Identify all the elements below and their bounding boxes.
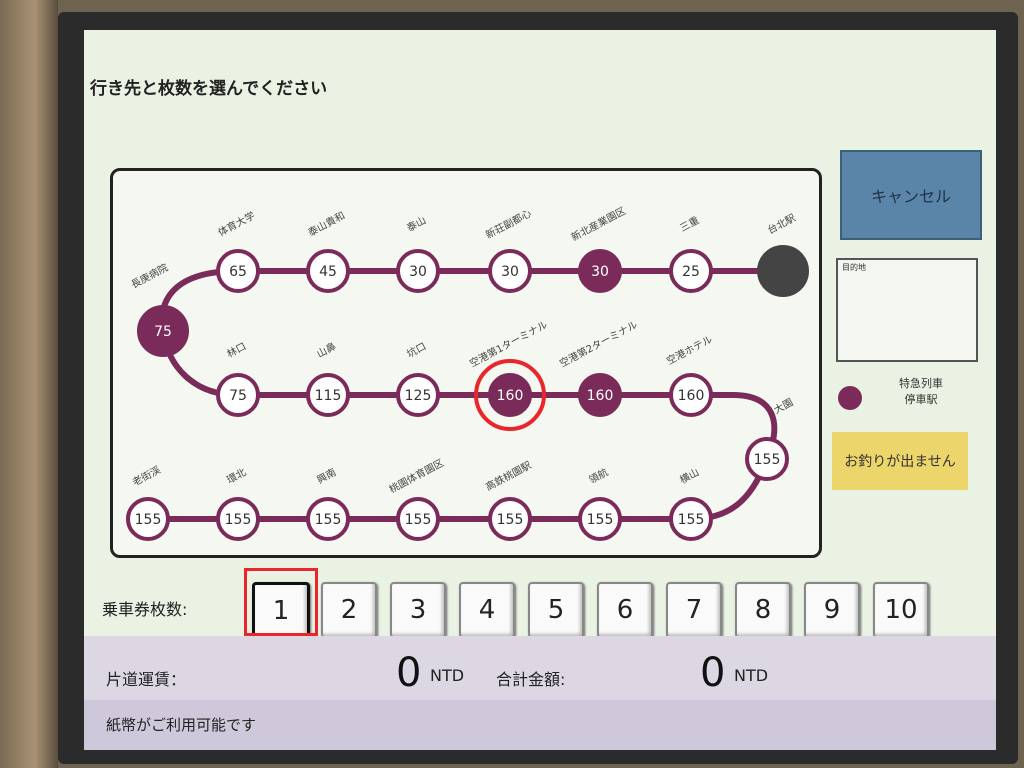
station-button[interactable]: 155 領航 (578, 465, 622, 541)
quantity-button-2[interactable]: 2 (321, 582, 377, 638)
station-button[interactable]: 155 老街渓 (126, 463, 170, 541)
no-change-notice: お釣りが出ません (832, 432, 968, 490)
station-button[interactable]: 155 高鉄桃園駅 (483, 458, 533, 541)
station-name: 長庚病院 (129, 261, 170, 291)
page-title: 行き先と枚数を選んでください (90, 79, 328, 99)
station-name: 新荘副都心 (483, 206, 533, 241)
total-fare-label: 合計金額: (496, 670, 566, 689)
quantity-button-6[interactable]: 6 (597, 582, 653, 638)
station-fare: 75 (154, 324, 172, 340)
station-fare: 155 (497, 512, 524, 528)
one-way-fare-unit: NTD (430, 666, 465, 685)
station-fare: 155 (315, 512, 342, 528)
route-map: 台北駅 25 三重 30 新北産業園区 30 新荘副都心 30 泰山 45 泰山貴和 65 体育大学 75… (110, 168, 822, 558)
station-name: 泰山貴和 (306, 209, 347, 239)
station-fare: 30 (501, 264, 519, 280)
station-fare: 155 (135, 512, 162, 528)
station-name: 台北駅 (765, 211, 798, 237)
total-fare-unit: NTD (734, 666, 769, 685)
fare-summary: 片道運賃： 0 NTD 合計金額: 0 NTD (84, 636, 996, 700)
route-map-svg: 台北駅 25 三重 30 新北産業園区 30 新荘副都心 30 泰山 45 泰山貴和 65 体育大学 75… (126, 204, 809, 541)
destination-display: 目的地 (836, 258, 978, 362)
station-button[interactable]: 115 山鼻 (306, 339, 350, 417)
selected-quantity-highlight (244, 568, 318, 636)
station-button[interactable]: 155 環北 (216, 466, 260, 541)
quantity-button-5[interactable]: 5 (528, 582, 584, 638)
station-name: 新北産業園区 (569, 204, 628, 244)
station-fare: 160 (587, 388, 614, 404)
quantity-button-8[interactable]: 8 (735, 582, 791, 638)
express-legend: 特急列車 停車駅 (876, 376, 966, 408)
station-button[interactable]: 25 三重 (669, 213, 713, 293)
station-fare: 75 (229, 388, 247, 404)
station-fare: 115 (315, 388, 342, 404)
legend-line2: 停車駅 (904, 393, 938, 406)
station-name: 大園 (771, 395, 795, 416)
quantity-button-4[interactable]: 4 (459, 582, 515, 638)
station-name: 興南 (314, 465, 338, 486)
station-fare: 155 (754, 452, 781, 468)
status-bar: 紙幣がご利用可能です (84, 700, 996, 750)
station-fare: 125 (405, 388, 432, 404)
quantity-button-7[interactable]: 7 (666, 582, 722, 638)
station-fare: 160 (497, 388, 524, 404)
station-button[interactable]: 155 興南 (306, 465, 350, 541)
ticket-machine-screen: 行き先と枚数を選んでください 台北駅 25 三重 30 新北産業園区 30 新荘副都心 30 泰… (84, 30, 996, 750)
legend-line1: 特急列車 (899, 377, 943, 390)
station-fare: 155 (405, 512, 432, 528)
cancel-button[interactable]: キャンセル (840, 150, 982, 240)
station-name: 坑口 (404, 339, 428, 360)
station-name: 体育大学 (216, 209, 257, 239)
station-fare: 160 (678, 388, 705, 404)
station-button[interactable]: 30 新北産業園区 (569, 204, 628, 293)
one-way-fare-amount: 0 (396, 650, 422, 696)
station-button[interactable]: 160 空港第2ターミナル (557, 318, 640, 417)
station-button[interactable]: 75 長庚病院 (129, 261, 189, 357)
destination-label: 目的地 (842, 263, 866, 272)
station-name: 空港第2ターミナル (557, 318, 639, 370)
kiosk-bezel-left (0, 0, 58, 768)
total-fare-amount: 0 (700, 650, 726, 696)
station-button[interactable]: 125 坑口 (396, 339, 440, 417)
station-name: 三重 (677, 213, 701, 234)
quantity-button-10[interactable]: 10 (873, 582, 929, 638)
station-button[interactable]: 155 桃園体育園区 (387, 456, 446, 541)
quantity-label: 乗車券枚数: (102, 600, 188, 619)
one-way-fare-label: 片道運賃： (106, 670, 187, 689)
station-fare: 155 (587, 512, 614, 528)
station-button[interactable]: 160空港第1ターミナル (467, 318, 550, 431)
station-name: 林口 (224, 339, 248, 360)
station-fare: 155 (678, 512, 705, 528)
station-fare: 155 (225, 512, 252, 528)
station-name: 横山 (677, 465, 701, 486)
station-fare: 45 (319, 264, 337, 280)
station-name: 老街渓 (130, 463, 163, 489)
station-name: 山鼻 (314, 339, 338, 360)
station-button[interactable]: 65 体育大学 (216, 209, 260, 293)
station-name: 泰山 (404, 213, 428, 234)
station-button[interactable]: 台北駅 (757, 211, 809, 297)
station-button[interactable]: 30 新荘副都心 (483, 206, 533, 293)
status-message: 紙幣がご利用可能です (106, 716, 257, 734)
station-name: 領航 (586, 465, 610, 486)
station-name: 環北 (225, 466, 248, 486)
station-button[interactable]: 155 横山 (669, 465, 713, 541)
station-button[interactable]: 75 林口 (216, 339, 260, 417)
station-fare: 65 (229, 264, 247, 280)
express-legend-icon (838, 386, 862, 410)
station-name: 空港ホテル (664, 332, 714, 367)
quantity-button-3[interactable]: 3 (390, 582, 446, 638)
station-name: 桃園体育園区 (387, 456, 446, 496)
terminal-station-marker[interactable] (757, 245, 809, 297)
quantity-button-9[interactable]: 9 (804, 582, 860, 638)
station-fare: 30 (409, 264, 427, 280)
station-name: 高鉄桃園駅 (483, 458, 533, 493)
station-button[interactable]: 45 泰山貴和 (306, 209, 350, 293)
station-button[interactable]: 30 泰山 (396, 213, 440, 293)
station-button[interactable]: 160 空港ホテル (664, 332, 714, 417)
station-fare: 25 (682, 264, 700, 280)
station-fare: 30 (591, 264, 609, 280)
